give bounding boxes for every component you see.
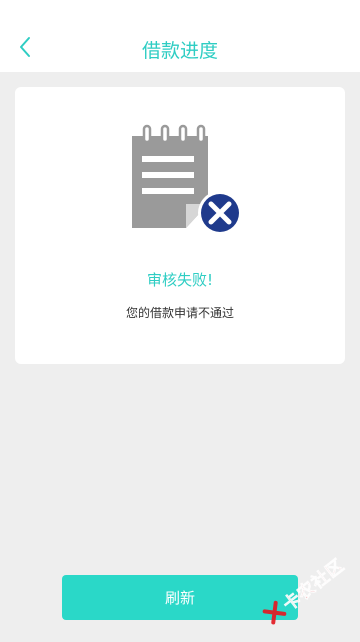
status-card: 审核失败! 您的借款申请不通过 xyxy=(15,87,345,364)
watermark-text: 卡农社区 xyxy=(279,555,349,616)
document-rejected-icon xyxy=(132,124,242,235)
top-bar: 借款进度 xyxy=(0,0,360,72)
status-title: 审核失败! xyxy=(146,271,213,289)
status-description: 您的借款申请不通过 xyxy=(125,306,234,320)
watermark: 卡农社区 xyxy=(248,534,360,642)
page-title: 借款进度 xyxy=(141,40,218,62)
